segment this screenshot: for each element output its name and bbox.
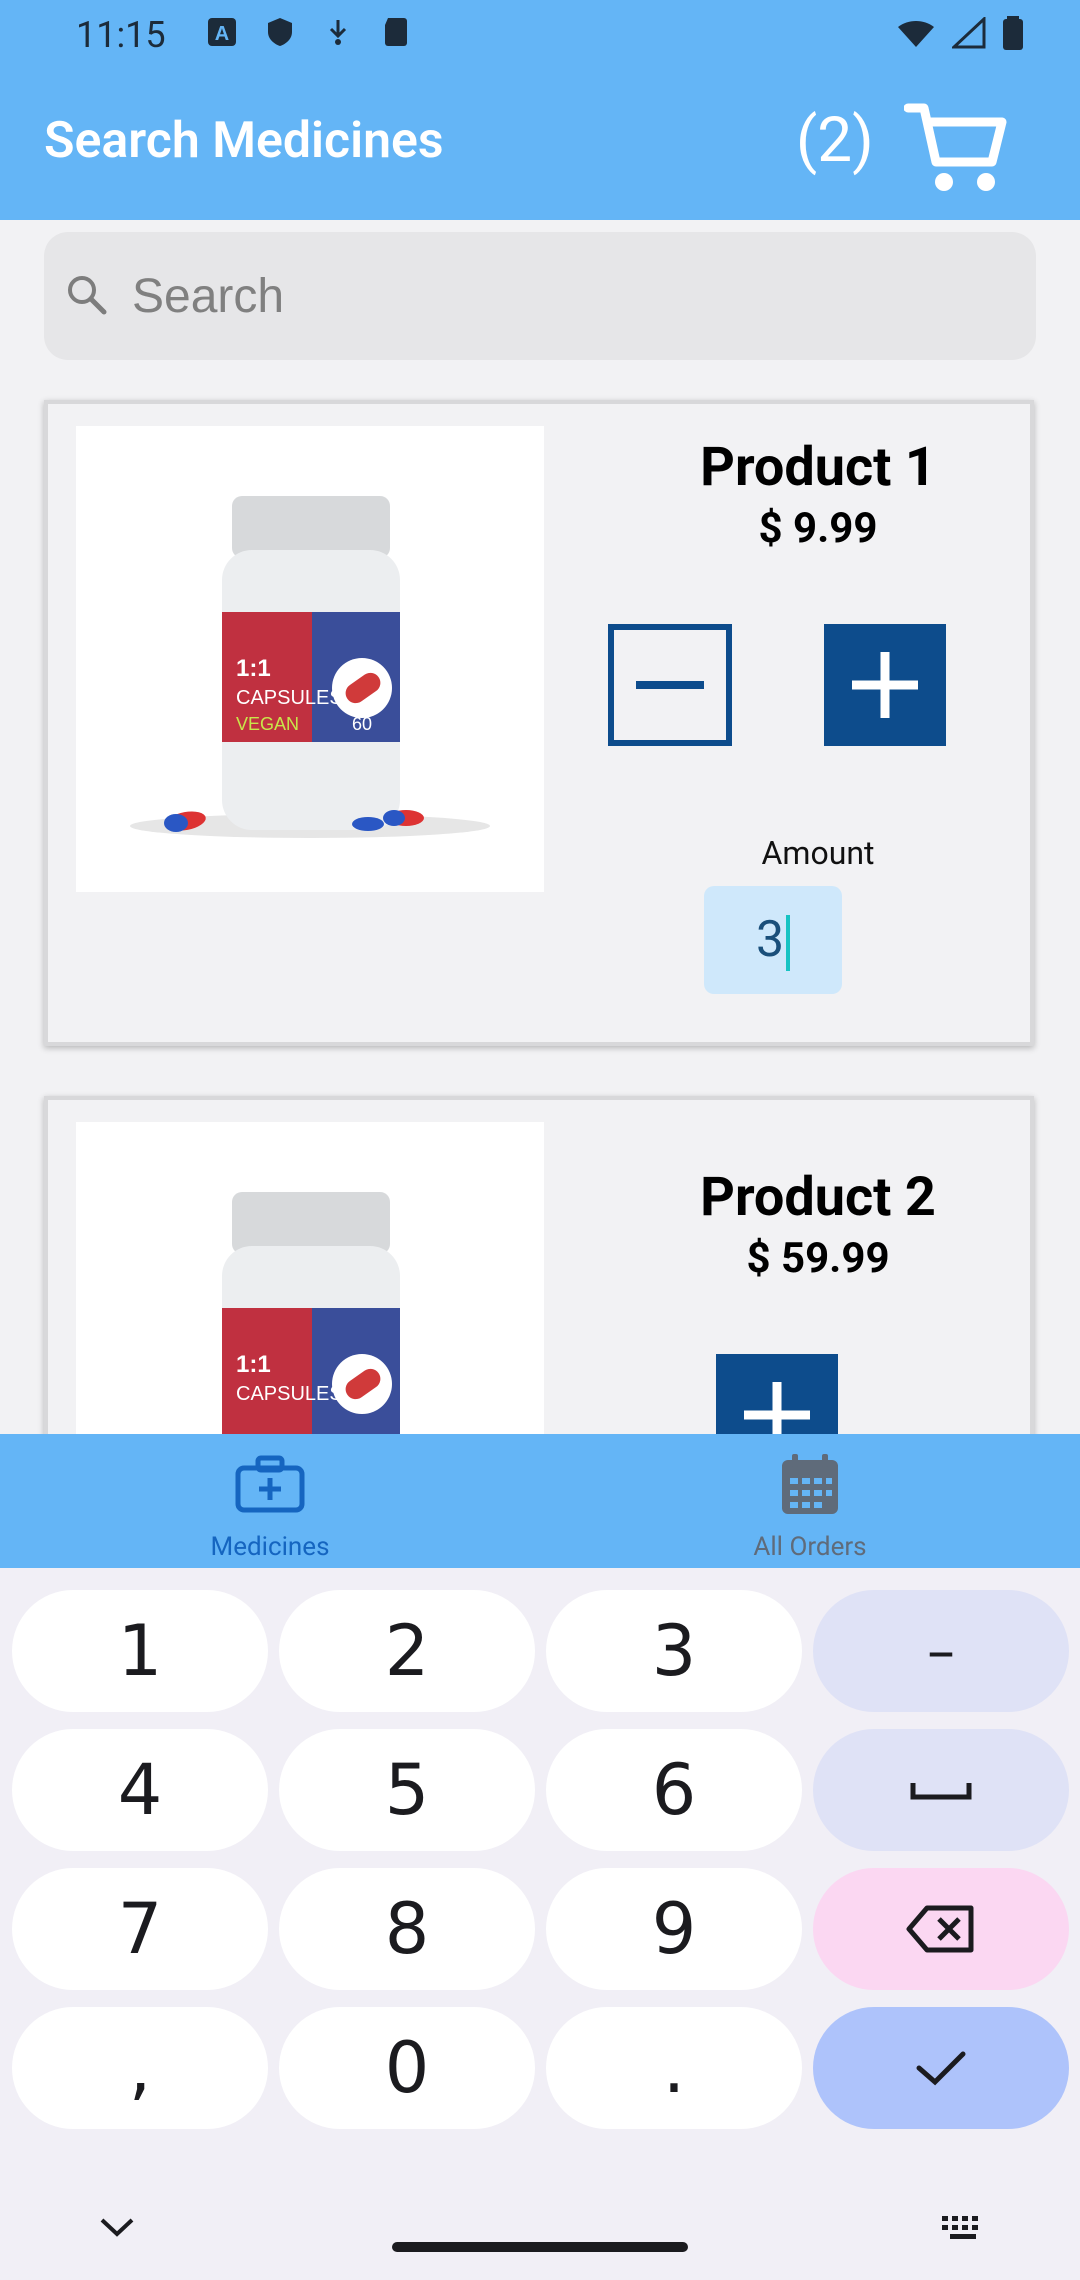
- key-6[interactable]: 6: [546, 1729, 802, 1851]
- key-9[interactable]: 9: [546, 1868, 802, 1990]
- product-price: $ 59.99: [746, 1234, 890, 1283]
- svg-text:60: 60: [352, 714, 372, 734]
- shield-icon: [264, 16, 296, 48]
- calendar-icon: [774, 1452, 846, 1516]
- space-icon: [910, 1783, 972, 1800]
- key-4[interactable]: 4: [12, 1729, 268, 1851]
- amount-label: Amount: [761, 834, 875, 872]
- gesture-handle[interactable]: [392, 2242, 688, 2252]
- product-price: $ 9.99: [758, 504, 878, 553]
- medical-kit-icon: [234, 1452, 306, 1516]
- key-8[interactable]: 8: [279, 1868, 535, 1990]
- signal-icon: [952, 17, 986, 49]
- backspace-icon: [906, 1905, 974, 1953]
- hide-keyboard-icon[interactable]: [98, 2216, 136, 2240]
- svg-text:CAPSULES: CAPSULES: [236, 1383, 343, 1405]
- status-system-icons: [896, 16, 1024, 50]
- status-bar: 11:15 A: [0, 0, 1080, 72]
- search-icon: [64, 272, 108, 316]
- increase-quantity-button[interactable]: [824, 624, 946, 746]
- key-minus[interactable]: –: [813, 1590, 1069, 1712]
- keyboard-switch-icon[interactable]: [940, 2214, 986, 2242]
- bottom-navigation: Medicines All Orders: [0, 1434, 1080, 1568]
- nav-label: Medicines: [210, 1532, 330, 1562]
- battery-icon: [1003, 16, 1023, 50]
- search-bar[interactable]: [44, 232, 1036, 360]
- space-key[interactable]: [813, 1729, 1069, 1851]
- product-name: Product 2: [700, 1166, 936, 1229]
- app-root: 11:15 A Search Medicines (2) Search 1:1 …: [0, 0, 1080, 2280]
- status-time: 11:15: [76, 14, 166, 56]
- key-5[interactable]: 5: [279, 1729, 535, 1851]
- product-name: Product 1: [700, 436, 936, 499]
- svg-text:1:1: 1:1: [236, 1351, 271, 1378]
- enter-key[interactable]: [813, 2007, 1069, 2129]
- numeric-keyboard: 1 2 3 – 4 5 6 7 8 9 , 0 .: [0, 1568, 1080, 2280]
- product-card: 1:1 CAPSULES VEGAN 60 Product 1 $ 9.99 A…: [44, 400, 1034, 1046]
- svg-text:1:1: 1:1: [236, 655, 271, 682]
- cart-icon[interactable]: [903, 100, 1008, 196]
- key-3[interactable]: 3: [546, 1590, 802, 1712]
- key-comma[interactable]: ,: [12, 2007, 268, 2129]
- nav-item-medicines[interactable]: Medicines: [0, 1434, 540, 1568]
- keyboard-footer: [0, 2188, 1080, 2280]
- a-icon: A: [206, 16, 238, 48]
- key-0[interactable]: 0: [279, 2007, 535, 2129]
- nav-item-all-orders[interactable]: All Orders: [540, 1434, 1080, 1568]
- wifi-icon: [898, 21, 934, 47]
- page-title: Search Medicines: [44, 112, 444, 170]
- decrease-quantity-button[interactable]: [608, 624, 732, 746]
- search-input[interactable]: [132, 262, 992, 330]
- text-cursor: [786, 914, 791, 971]
- app-bar: Search Medicines (2): [0, 72, 1080, 220]
- nav-label: All Orders: [753, 1532, 867, 1562]
- backspace-key[interactable]: [813, 1868, 1069, 1990]
- cart-count[interactable]: (2): [796, 104, 874, 177]
- key-7[interactable]: 7: [12, 1868, 268, 1990]
- status-notification-icons: A: [206, 16, 412, 48]
- svg-text:CAPSULES: CAPSULES: [236, 687, 343, 709]
- key-1[interactable]: 1: [12, 1590, 268, 1712]
- svg-text:VEGAN: VEGAN: [236, 714, 299, 734]
- svg-text:A: A: [215, 23, 229, 45]
- key-2[interactable]: 2: [279, 1590, 535, 1712]
- product-image: 1:1 CAPSULES VEGAN 60: [76, 426, 544, 892]
- amount-input[interactable]: 3: [704, 886, 842, 994]
- key-period[interactable]: .: [546, 2007, 802, 2129]
- download-icon: [322, 16, 354, 48]
- check-icon: [916, 2051, 966, 2086]
- amount-value: 3: [755, 911, 785, 969]
- sd-card-icon: [380, 16, 412, 48]
